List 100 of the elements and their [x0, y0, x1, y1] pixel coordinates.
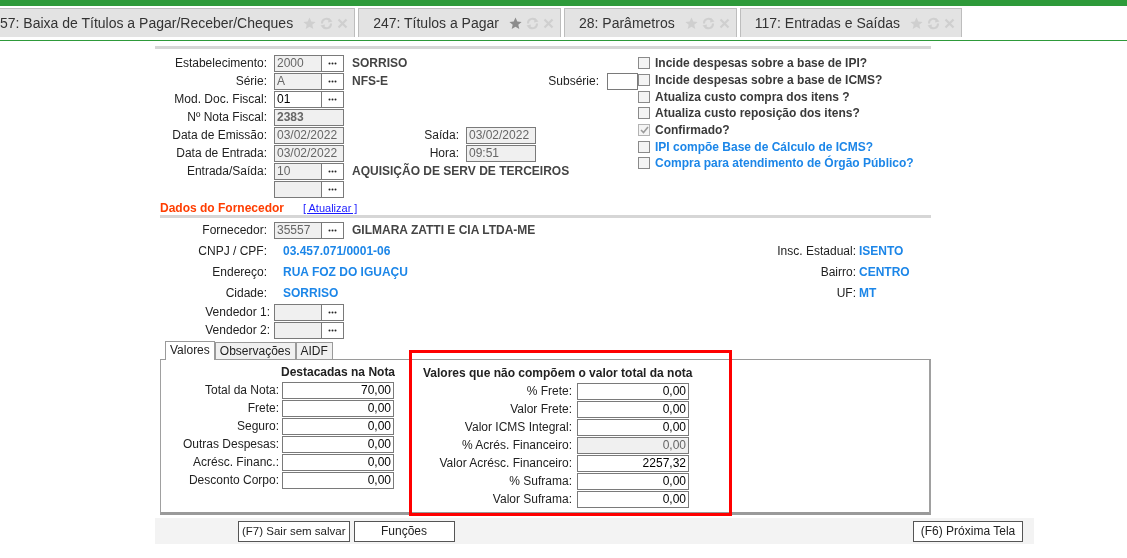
checkbox[interactable]: [638, 140, 650, 153]
text-field[interactable]: 0,00: [282, 453, 394, 471]
text-field[interactable]: 70,00: [282, 381, 394, 399]
text-field[interactable]: 0,00: [282, 435, 394, 453]
group-title: Destacadas na Nota: [280, 365, 397, 381]
field-label: Valor Suframa:: [491, 492, 572, 506]
field-label: UF:: [835, 285, 856, 300]
text-field[interactable]: 2257,32: [577, 454, 689, 472]
field-label: Data de Emissão:: [171, 128, 267, 142]
text-field[interactable]: [607, 72, 638, 90]
field-label: Subsérie:: [547, 74, 599, 88]
field-label: Saída:: [423, 128, 459, 142]
field-label: Valor Acrésc. Financeiro:: [438, 456, 572, 470]
lookup-button[interactable]: [322, 162, 344, 180]
field-value: 03.457.071/0001-06: [283, 243, 391, 258]
field-label: CNPJ / CPF:: [197, 243, 267, 258]
dots-icon: [328, 310, 337, 314]
checkbox-label: Confirmado?: [655, 123, 730, 138]
next-screen-button[interactable]: (F6) Próxima Tela: [913, 520, 1023, 542]
field-label: Vendedor 2:: [204, 323, 270, 337]
footer-button[interactable]: Funções: [353, 520, 455, 542]
lookup-button[interactable]: [322, 54, 344, 72]
footer-button[interactable]: (F7) Sair sem salvar: [238, 520, 350, 542]
checkbox[interactable]: [638, 157, 650, 170]
checkbox-label: Incide despesas sobre a base de ICMS?: [655, 73, 883, 88]
field-description: SORRISO: [352, 56, 408, 70]
field-label: Valor Frete:: [509, 402, 572, 416]
field-label: Bairro:: [819, 264, 856, 279]
field-label: Frete:: [246, 401, 279, 415]
text-field[interactable]: 0,00: [577, 490, 689, 508]
checkbox-label: Atualiza custo reposição dos itens?: [655, 106, 860, 121]
field-label: Fornecedor:: [201, 223, 267, 237]
field-description: NFS-E: [352, 74, 388, 88]
field-label: Acrésc. Financ.:: [191, 455, 279, 469]
dots-icon: [328, 228, 337, 232]
field-label: Endereço:: [211, 264, 267, 279]
dots-icon: [328, 328, 337, 332]
text-field[interactable]: 0,00: [282, 417, 394, 435]
checkbox[interactable]: [638, 57, 650, 70]
section-title: Dados do Fornecedor: [160, 201, 285, 215]
lookup-button[interactable]: [322, 180, 344, 198]
field-label: Entrada/Saída:: [185, 164, 267, 178]
field-label: % Frete:: [525, 384, 572, 398]
field-label: Mod. Doc. Fiscal:: [173, 92, 267, 106]
field-value: CENTRO: [859, 264, 910, 279]
text-field[interactable]: 0,00: [577, 382, 689, 400]
lookup-button[interactable]: [322, 221, 344, 239]
dots-icon: [328, 79, 337, 83]
field-label: Total da Nota:: [203, 383, 279, 397]
checkbox-link-label: Compra para atendimento de Órgão Público?: [655, 156, 914, 171]
lookup-button[interactable]: [322, 321, 344, 339]
text-field[interactable]: 0,00: [577, 400, 689, 418]
field-label: Insc. Estadual:: [776, 243, 856, 258]
tab[interactable]: Valores: [165, 341, 215, 360]
field-label: Nº Nota Fiscal:: [186, 110, 267, 124]
checkbox[interactable]: [638, 74, 650, 87]
checkbox-link-label: IPI compõe Base de Cálculo de ICMS?: [655, 139, 874, 154]
group-title: Valores que não compõem o valor total da nota: [423, 366, 694, 382]
text-field[interactable]: 0,00: [282, 471, 394, 489]
field-value: MT: [859, 285, 877, 300]
field-label: Seguro:: [235, 419, 279, 433]
field-label: Desconto Corpo:: [187, 473, 279, 487]
dots-icon: [328, 97, 337, 101]
text-field[interactable]: 0,00: [577, 472, 689, 490]
field-label: Valor ICMS Integral:: [463, 420, 572, 434]
checkbox-label: Incide despesas sobre a base de IPI?: [655, 56, 868, 71]
field-label: % Suframa:: [508, 474, 572, 488]
text-field[interactable]: 0,00: [282, 399, 394, 417]
refresh-link[interactable]: [ Atualizar ]: [303, 202, 358, 214]
tab[interactable]: 28: Parâmetros: [564, 8, 737, 37]
field-label: Data de Entrada:: [175, 146, 267, 160]
dots-icon: [328, 61, 337, 65]
lookup-button[interactable]: [322, 303, 344, 321]
lookup-button[interactable]: [322, 90, 344, 108]
field-label: Hora:: [428, 146, 459, 160]
field-description: AQUISIÇÃO DE SERV DE TERCEIROS: [352, 164, 570, 178]
field-label: Estabelecimento:: [173, 56, 267, 70]
lookup-button[interactable]: [322, 72, 344, 90]
check-icon: [639, 126, 649, 135]
tab[interactable]: 57: Baixa de Títulos a Pagar/Receber/Cheques: [0, 8, 356, 37]
field-label: Cidade:: [224, 285, 267, 300]
field-label: % Acrés. Financeiro:: [460, 438, 572, 452]
tab[interactable]: 247: Títulos a Pagar: [358, 8, 561, 37]
field-value: SORRISO: [283, 285, 339, 300]
tab[interactable]: AIDF: [295, 342, 333, 359]
field-label: Série:: [234, 74, 267, 88]
text-field[interactable]: 0,00: [577, 418, 689, 436]
tab[interactable]: 117: Entradas e Saídas: [739, 8, 962, 37]
dots-icon: [328, 169, 337, 173]
checkbox[interactable]: [638, 107, 650, 120]
field-description: GILMARA ZATTI E CIA LTDA-ME: [352, 223, 536, 237]
text-field[interactable]: 01: [274, 90, 322, 108]
tab[interactable]: Observações: [214, 342, 296, 359]
field-value: ISENTO: [859, 243, 904, 258]
dots-icon: [328, 187, 337, 191]
field-label: Vendedor 1:: [204, 305, 270, 319]
checkbox[interactable]: [638, 90, 650, 103]
field-label: Outras Despesas:: [181, 437, 279, 451]
field-value: RUA FOZ DO IGUAÇU: [283, 264, 408, 279]
checkbox-label: Atualiza custo compra dos itens ?: [655, 89, 850, 104]
